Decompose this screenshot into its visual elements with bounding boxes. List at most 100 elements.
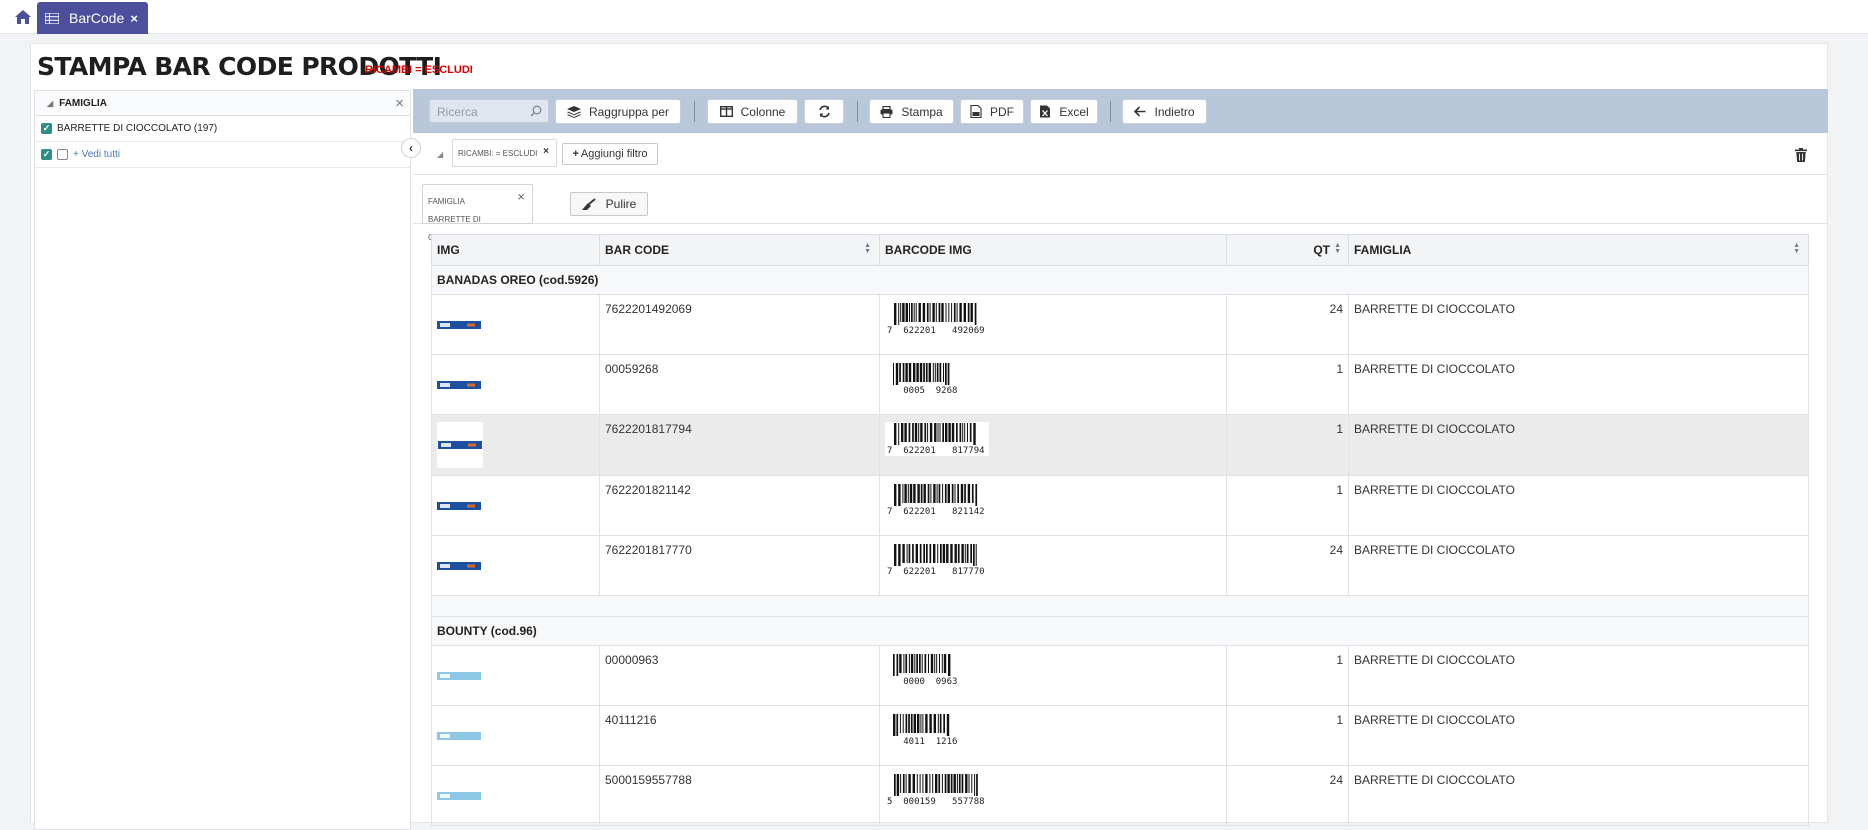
table-row[interactable]: 7622201817770 7 622201 817770 24 BARRETT… <box>431 535 1809 596</box>
barcode-bar <box>975 544 977 566</box>
barcode-bar <box>969 423 972 442</box>
column-header-famiglia[interactable]: FAMIGLIA ▲ ▼ <box>1348 234 1809 266</box>
barcode-bar <box>894 484 897 506</box>
barcode-bar <box>930 484 932 503</box>
barcode-bar <box>934 654 936 673</box>
table-row[interactable]: 7622201821142 7 622201 821142 1 BARRETTE… <box>431 475 1809 536</box>
sidebar-header[interactable]: ◢ FAMIGLIA × <box>35 90 410 116</box>
columns-icon <box>719 106 733 117</box>
barcode-bar <box>937 714 939 733</box>
home-icon[interactable] <box>14 9 32 25</box>
cell-img <box>431 294 600 355</box>
barcode-bar <box>974 303 977 325</box>
grid-icon <box>45 12 59 24</box>
column-header-bar-code[interactable]: BAR CODE ▲ ▼ <box>599 234 880 266</box>
filter-sidebar: ◢ FAMIGLIA × ✓ BARRETTE DI CIOCCOLATO (1… <box>34 90 411 830</box>
table-row[interactable]: 7622201817794 7 622201 817794 1 BARRETTE… <box>431 414 1809 476</box>
print-button[interactable]: Stampa <box>869 99 954 124</box>
barcode-bar <box>920 484 923 503</box>
barcode-bar <box>965 774 968 793</box>
barcode-bar <box>909 484 913 503</box>
barcode-bar <box>954 484 956 503</box>
barcode-bar <box>947 774 950 793</box>
sort-icon[interactable]: ▲ ▼ <box>1334 242 1341 255</box>
sidebar-item-barrette[interactable]: ✓ BARRETTE DI CIOCCOLATO (197) <box>35 116 410 142</box>
barcode-bar <box>909 303 910 322</box>
barcode-bar <box>908 544 911 563</box>
refresh-button[interactable] <box>804 99 844 124</box>
product-thumbnail <box>437 731 481 740</box>
tab-close-icon[interactable]: × <box>130 11 138 26</box>
collapse-triangle-icon[interactable]: ◢ <box>47 99 53 108</box>
column-header-img: IMG <box>431 234 600 266</box>
barcode-bar <box>899 654 902 673</box>
barcode-bar <box>948 303 950 322</box>
checkbox[interactable] <box>57 149 68 160</box>
barcode-bar <box>939 654 940 673</box>
group-by-button[interactable]: Raggruppa per <box>555 99 681 124</box>
barcode-bar <box>941 303 944 322</box>
barcode-bar <box>968 774 970 793</box>
back-button[interactable]: Indietro <box>1122 99 1207 124</box>
barcode-bar <box>923 484 926 503</box>
add-filter-button[interactable]: + Aggiungi filtro <box>562 143 658 165</box>
cell-img <box>431 535 600 596</box>
checkbox[interactable]: ✓ <box>41 123 52 134</box>
barcode-bar <box>934 423 937 442</box>
close-icon[interactable]: × <box>395 95 404 112</box>
trash-icon[interactable] <box>1795 148 1807 162</box>
barcode-bar <box>907 484 909 503</box>
column-header-qt[interactable]: QT ▲ ▼ <box>1226 234 1349 266</box>
close-icon[interactable]: × <box>543 146 549 157</box>
barcode-bar <box>924 423 927 442</box>
sort-icon[interactable]: ▲ ▼ <box>864 242 871 255</box>
tab-barcode[interactable]: BarCode × <box>37 2 148 34</box>
close-icon[interactable]: × <box>517 188 525 206</box>
barcode-bar <box>940 544 942 563</box>
cell-barcode-img: 7 622201 817770 <box>879 535 1227 596</box>
table-row[interactable]: 7622201492069 7 622201 492069 24 BARRETT… <box>431 294 1809 355</box>
barcode-bar <box>938 484 941 503</box>
table-row[interactable]: 5000159557788 5 000159 557788 24 BARRETT… <box>431 765 1809 826</box>
barcode-bar <box>948 654 951 676</box>
table-row[interactable]: 40111216 4011 1216 1 BARRETTE DI CIOCCOL… <box>431 705 1809 766</box>
checkbox[interactable]: ✓ <box>41 149 52 160</box>
barcode-bar <box>942 484 944 503</box>
pdf-button[interactable]: PDF <box>960 99 1024 124</box>
search-icon[interactable] <box>530 105 542 117</box>
barcode-bar <box>919 363 923 382</box>
product-image <box>437 422 483 468</box>
top-tab-bar: BarCode × <box>0 0 1868 34</box>
table-row[interactable]: 00000963 0000 0963 1 BARRETTE DI CIOCCOL… <box>431 645 1809 706</box>
cell-bar-code: 00000963 <box>599 645 880 706</box>
columns-button[interactable]: Colonne <box>707 99 798 124</box>
barcode-bar <box>929 714 932 733</box>
see-all-link[interactable]: + Vedi tutti <box>73 149 120 160</box>
barcode-bar <box>967 303 970 322</box>
barcode-bar <box>896 654 899 676</box>
barcode-digits: 7 622201 492069 <box>887 326 985 336</box>
barcode-bar <box>913 303 915 322</box>
sidebar-item-label: BARRETTE DI CIOCCOLATO (197) <box>57 123 218 134</box>
toolbar: Ricerca Raggruppa per Colonne Stampa PDF… <box>413 89 1828 133</box>
group-chip[interactable]: FAMIGLIA BARRETTE DI CIOCCOLATO × <box>422 184 533 242</box>
clean-button[interactable]: Pulire <box>570 192 648 216</box>
product-thumbnail <box>437 561 481 570</box>
table-row[interactable]: 00059268 0005 9268 1 BARRETTE DI CIOCCOL… <box>431 354 1809 415</box>
pdf-label: PDF <box>990 104 1014 119</box>
collapse-triangle-icon[interactable]: ◢ <box>437 150 443 159</box>
barcode-bar <box>958 774 961 793</box>
barcode-bar <box>956 303 958 322</box>
barcode-bar <box>912 423 914 442</box>
sort-icon[interactable]: ▲ ▼ <box>1793 242 1800 255</box>
barcode-bar <box>916 774 918 793</box>
search-input[interactable]: Ricerca <box>429 99 549 123</box>
printer-icon <box>880 105 893 118</box>
filter-chip[interactable]: RICAMBI: = ESCLUDI × <box>452 139 557 167</box>
cell-qt: 24 <box>1226 765 1349 826</box>
barcode-bar <box>926 544 928 563</box>
excel-button[interactable]: Excel <box>1030 99 1098 124</box>
active-filters-row: ◢ RICAMBI: = ESCLUDI × + Aggiungi filtro <box>413 133 1828 175</box>
cell-qt: 1 <box>1226 645 1349 706</box>
barcode-bar <box>953 303 956 322</box>
